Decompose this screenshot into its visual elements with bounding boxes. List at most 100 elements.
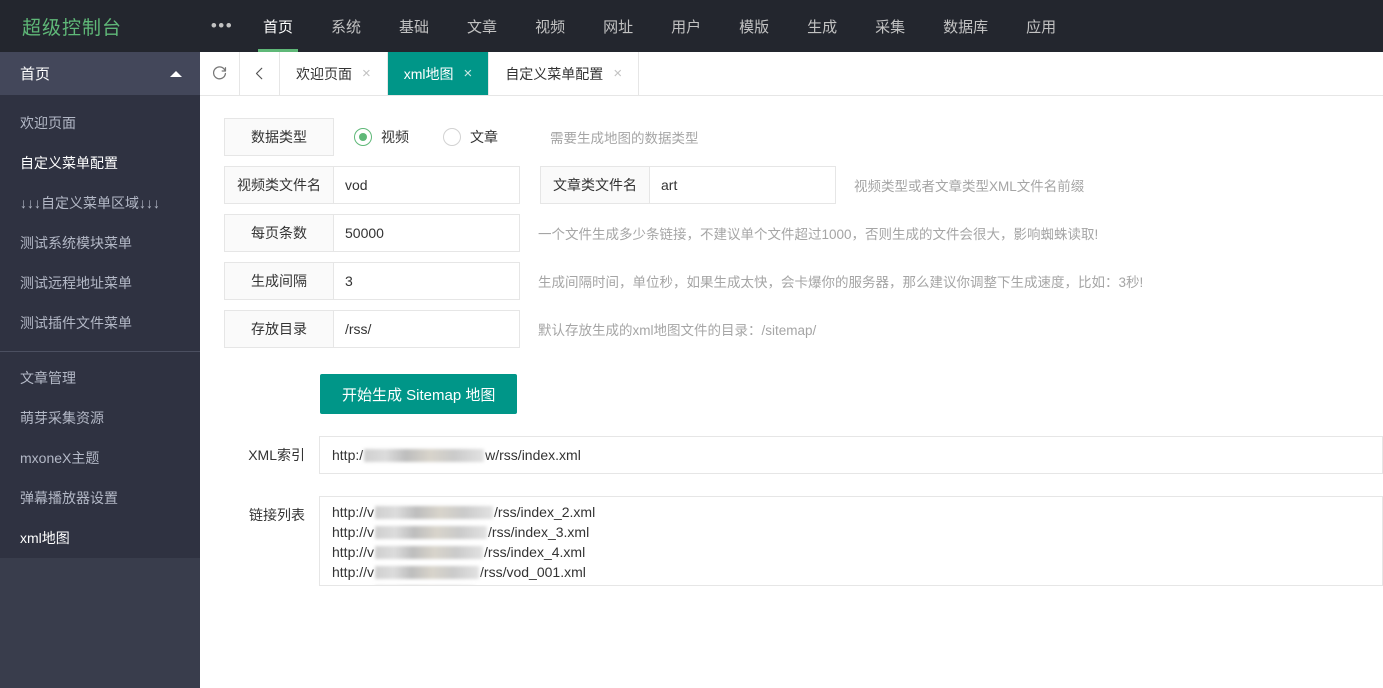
link-list-item: http://v/rss/vod_002.xml — [332, 582, 1370, 585]
close-icon[interactable]: × — [613, 66, 622, 81]
url-suffix: /rss/vod_001.xml — [480, 564, 586, 580]
caret-up-icon[interactable] — [170, 70, 182, 77]
xml-index-url: http:/ w/rss/index.xml — [332, 447, 581, 463]
redacted-domain — [364, 449, 485, 462]
chevron-left-icon[interactable] — [240, 52, 280, 95]
sidebar: 首页 欢迎页面 自定义菜单配置 ↓↓↓自定义菜单区域↓↓↓ 测试系统模块菜单 测试远程地… — [0, 52, 200, 688]
topnav-item-5[interactable]: 网址 — [584, 0, 652, 52]
data-type-label: 数据类型 — [224, 118, 334, 156]
tab-label: 欢迎页面 — [296, 65, 352, 82]
tab-0[interactable]: 欢迎页面 × — [280, 52, 388, 95]
form-row-per-page: 每页条数 50000 一个文件生成多少条链接，不建议单个文件超过1000，否则生… — [224, 214, 1383, 252]
sidebar-menu: 欢迎页面 自定义菜单配置 ↓↓↓自定义菜单区域↓↓↓ 测试系统模块菜单 测试远程地址菜单… — [0, 95, 200, 558]
top-nav: 首页 系统 基础 文章 视频 网址 用户 模版 生成 采集 数据库 应用 — [244, 0, 1075, 52]
video-filename-group: 视频类文件名 vod — [224, 166, 520, 204]
refresh-icon[interactable] — [200, 52, 240, 95]
form-row-interval: 生成间隔 3 生成间隔时间，单位秒，如果生成太快，会卡爆你的服务器，那么建议你调… — [224, 262, 1383, 300]
article-filename-group: 文章类文件名 art — [540, 166, 836, 204]
sidebar-group-label: 首页 — [20, 66, 51, 83]
url-prefix: http://v — [332, 564, 375, 580]
tab-list: 欢迎页面 × xml地图 × 自定义菜单配置 × — [280, 52, 640, 95]
sidebar-item-b-2[interactable]: mxoneX主题 — [0, 438, 200, 478]
radio-dot-icon — [354, 128, 372, 146]
sidebar-item-a-0[interactable]: 欢迎页面 — [0, 103, 200, 143]
data-type-hint: 需要生成地图的数据类型 — [550, 131, 699, 146]
topnav-item-1[interactable]: 系统 — [312, 0, 380, 52]
topnav-item-8[interactable]: 生成 — [788, 0, 856, 52]
topnav-item-0[interactable]: 首页 — [244, 0, 312, 52]
radio-dot-icon — [443, 128, 461, 146]
topnav-item-3[interactable]: 文章 — [448, 0, 516, 52]
url-suffix: /rss/index_3.xml — [488, 524, 590, 540]
form-row-data-type: 数据类型 视频 文章 需要生成地图的数据类型 — [224, 118, 1383, 156]
topnav-item-2[interactable]: 基础 — [380, 0, 448, 52]
form-row-directory: 存放目录 /rss/ 默认存放生成的xml地图文件的目录：/sitemap/ — [224, 310, 1383, 348]
url-suffix: /rss/index_4.xml — [484, 544, 586, 560]
redacted-domain — [375, 546, 484, 559]
radio-video-label: 视频 — [381, 129, 409, 145]
admin-console-page: 超级控制台 ••• 首页 系统 基础 文章 视频 网址 用户 模版 生成 采集 数据库 应用 首页 欢… — [0, 0, 1383, 688]
top-header: 超级控制台 ••• 首页 系统 基础 文章 视频 网址 用户 模版 生成 采集 数据库 应用 — [0, 0, 1383, 52]
directory-label: 存放目录 — [224, 310, 334, 348]
app-logo[interactable]: 超级控制台 — [0, 0, 200, 52]
per-page-hint: 一个文件生成多少条链接，不建议单个文件超过1000，否则生成的文件会很大，影响蜘… — [538, 227, 1099, 242]
sidebar-item-b-3[interactable]: 弹幕播放器设置 — [0, 478, 200, 518]
sidebar-item-b-4[interactable]: xml地图 — [0, 518, 200, 558]
filename-hint: 视频类型或者文章类型XML文件名前缀 — [854, 179, 1085, 194]
sidebar-item-b-0[interactable]: 文章管理 — [0, 358, 200, 398]
link-list-item: http://v/rss/index_3.xml — [332, 522, 1370, 542]
sidebar-item-a-2[interactable]: ↓↓↓自定义菜单区域↓↓↓ — [0, 183, 200, 223]
topnav-item-4[interactable]: 视频 — [516, 0, 584, 52]
interval-input[interactable]: 3 — [334, 262, 520, 300]
ellipsis-icon[interactable]: ••• — [200, 0, 244, 52]
data-type-radios: 视频 文章 — [334, 118, 532, 156]
directory-input[interactable]: /rss/ — [334, 310, 520, 348]
sidebar-item-a-1[interactable]: 自定义菜单配置 — [0, 143, 200, 183]
url-prefix: http://v — [332, 544, 375, 560]
tab-label: xml地图 — [403, 65, 454, 82]
directory-hint: 默认存放生成的xml地图文件的目录：/sitemap/ — [538, 323, 817, 338]
per-page-input[interactable]: 50000 — [334, 214, 520, 252]
sidebar-item-a-5[interactable]: 测试插件文件菜单 — [0, 303, 200, 343]
topnav-item-9[interactable]: 采集 — [856, 0, 924, 52]
interval-hint: 生成间隔时间，单位秒，如果生成太快，会卡爆你的服务器，那么建议你调整下生成速度，… — [538, 275, 1144, 290]
xml-index-label: XML索引 — [248, 447, 305, 463]
url-suffix: /rss/index_2.xml — [494, 504, 596, 520]
topnav-item-6[interactable]: 用户 — [652, 0, 720, 52]
tab-1[interactable]: xml地图 × — [387, 52, 490, 95]
sidebar-group-home[interactable]: 首页 — [0, 52, 200, 95]
sidebar-item-b-1[interactable]: 萌芽采集资源 — [0, 398, 200, 438]
link-list-item: http://v/rss/vod_001.xml — [332, 562, 1370, 582]
link-list-label: 链接列表 — [249, 507, 305, 523]
xml-index-row: XML索引 http:/ w/rss/index.xml — [224, 436, 1383, 474]
link-list-item: http://v/rss/index_4.xml — [332, 542, 1370, 562]
tab-2[interactable]: 自定义菜单配置 × — [489, 52, 640, 95]
directory-group: 存放目录 /rss/ — [224, 310, 520, 348]
video-filename-input[interactable]: vod — [334, 166, 520, 204]
sidebar-item-a-3[interactable]: 测试系统模块菜单 — [0, 223, 200, 263]
radio-article-label: 文章 — [470, 129, 498, 145]
close-icon[interactable]: × — [362, 66, 371, 81]
link-list-textarea[interactable]: http://v/rss/index_2.xml http://v/rss/ind… — [319, 496, 1383, 586]
sidebar-item-a-4[interactable]: 测试远程地址菜单 — [0, 263, 200, 303]
radio-article[interactable]: 文章 — [443, 127, 498, 147]
per-page-group: 每页条数 50000 — [224, 214, 520, 252]
topnav-item-7[interactable]: 模版 — [720, 0, 788, 52]
redacted-domain — [375, 506, 494, 519]
video-filename-label: 视频类文件名 — [224, 166, 334, 204]
tab-bar: 欢迎页面 × xml地图 × 自定义菜单配置 × — [200, 52, 1383, 96]
form-row-filenames: 视频类文件名 vod 文章类文件名 art 视频类型或者文章类型XML文件名前缀 — [224, 166, 1383, 204]
topnav-item-11[interactable]: 应用 — [1007, 0, 1075, 52]
link-list-row: 链接列表 http://v/rss/index_2.xml http://v/rs… — [224, 496, 1383, 586]
topnav-item-10[interactable]: 数据库 — [924, 0, 1007, 52]
generate-sitemap-button[interactable]: 开始生成 Sitemap 地图 — [320, 374, 518, 414]
redacted-domain — [375, 566, 480, 579]
radio-video[interactable]: 视频 — [354, 127, 409, 147]
data-type-group: 数据类型 — [224, 118, 334, 156]
close-icon[interactable]: × — [464, 66, 473, 81]
per-page-label: 每页条数 — [224, 214, 334, 252]
url-prefix: http://v — [332, 584, 374, 585]
article-filename-input[interactable]: art — [650, 166, 836, 204]
url-prefix: http://v — [332, 504, 375, 520]
xml-index-value[interactable]: http:/ w/rss/index.xml — [319, 436, 1383, 474]
